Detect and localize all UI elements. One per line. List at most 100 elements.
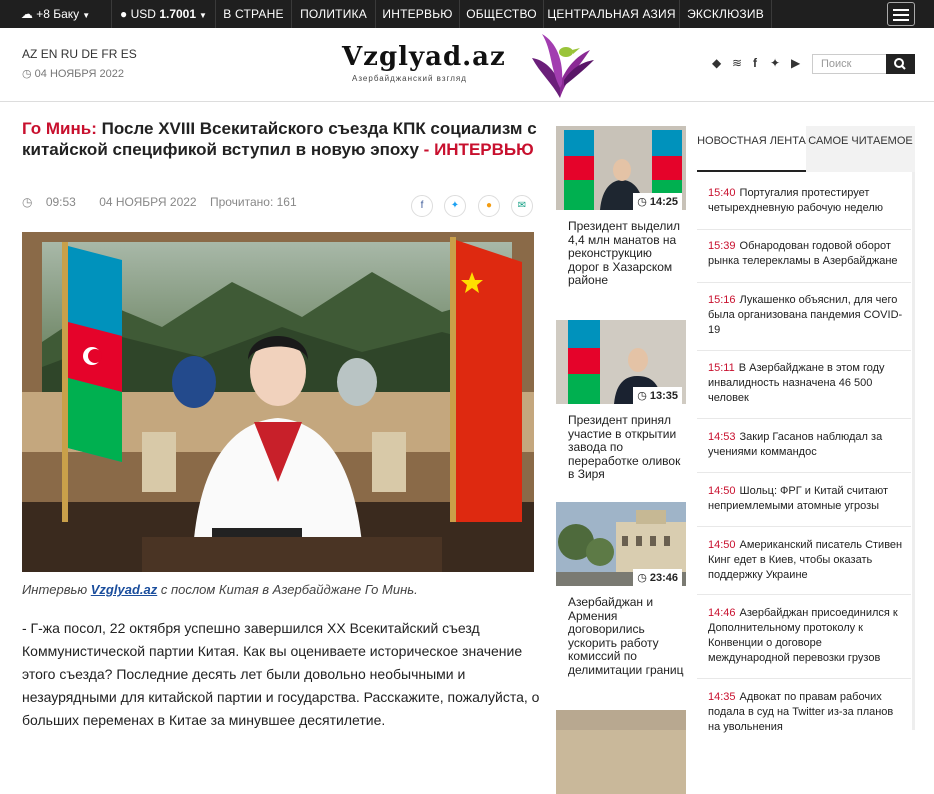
feed-time: 15:16 xyxy=(708,294,736,306)
mid-news-item[interactable]: ◷ 23:46 Азербайджан и Армения договорили… xyxy=(556,502,686,677)
feed-divider xyxy=(697,350,911,351)
tab-most-read[interactable]: САМОЕ ЧИТАЕМОЕ xyxy=(806,126,915,172)
nav-item-society[interactable]: ОБЩЕСТВО xyxy=(460,0,544,28)
nav-item-interview[interactable]: ИНТЕРВЬЮ xyxy=(376,0,460,28)
feed-time: 14:46 xyxy=(708,607,736,619)
feed-item[interactable]: 15:40 Португалия протестирует четырехднев… xyxy=(697,186,911,216)
news-thumbnail[interactable]: ◷ 14:25 xyxy=(556,126,686,210)
feed-text: Американский писатель Стивен Кинг едет в… xyxy=(708,539,903,581)
sidebar-tabs: НОВОСТНАЯ ЛЕНТА САМОЕ ЧИТАЕМОЕ xyxy=(697,126,915,172)
article-meta: ◷ 09:53 04 НОЯБРЯ 2022 Прочитано: 161 xyxy=(22,195,307,209)
logo-flower-icon xyxy=(532,34,594,98)
news-headline[interactable]: Азербайджан и Армения договорились ускор… xyxy=(556,586,686,677)
share-twitter-icon[interactable]: ✦ xyxy=(444,195,466,217)
feed-time: 15:11 xyxy=(708,362,735,374)
twitter-icon[interactable]: ✦ xyxy=(770,56,780,70)
search-button[interactable] xyxy=(886,54,915,74)
feed-item[interactable]: 15:39 Обнародован годовой оборот рынка те… xyxy=(697,239,911,269)
share-comment-icon[interactable]: ● xyxy=(478,195,500,217)
feed-time: 14:53 xyxy=(708,431,736,443)
rss-icon[interactable]: ≋ xyxy=(732,56,742,70)
weather-label: +8 Баку xyxy=(36,7,80,21)
feed-time: 14:50 xyxy=(708,485,736,497)
news-headline[interactable]: Президент выделил 4,4 млн манатов на рек… xyxy=(556,210,686,288)
mid-news-item[interactable]: ◷ 13:35 Президент принял участие в откры… xyxy=(556,320,686,482)
feed-divider xyxy=(697,282,911,283)
header-date: ◷ 04 НОЯБРЯ 2022 xyxy=(22,68,124,80)
share-email-icon[interactable]: ✉ xyxy=(511,195,533,217)
mid-news-item[interactable] xyxy=(556,710,686,794)
feed-divider xyxy=(697,594,911,595)
feed-item[interactable]: 14:50 Шольц: ФРГ и Китай считают неприемл… xyxy=(697,484,911,514)
lang-az[interactable]: AZ xyxy=(22,47,37,61)
news-headline[interactable]: Президент принял участие в открытии заво… xyxy=(556,404,686,482)
caption-link[interactable]: Vzglyad.az xyxy=(91,582,157,597)
article-body: - Г-жа посол, 22 октября успешно заверши… xyxy=(22,620,540,728)
language-switcher: AZ EN RU DE FR ES xyxy=(22,47,137,61)
feed-time: 15:40 xyxy=(708,187,736,199)
feed-text: Азербайджан присоединился к Дополнительн… xyxy=(708,607,898,664)
clock-icon: ◷ xyxy=(22,195,33,209)
currency-value: 1.7001 xyxy=(159,7,197,21)
feed-divider xyxy=(697,526,911,527)
feed-time: 14:35 xyxy=(708,691,736,703)
currency-label: USD xyxy=(130,7,156,21)
feed-item[interactable]: 14:50 Американский писатель Стивен Кинг е… xyxy=(697,538,911,583)
currency-widget[interactable]: ● USD 1.7001 ▼ xyxy=(112,0,216,28)
lang-es[interactable]: ES xyxy=(121,47,137,61)
logo-tagline: Азербайджанский взгляд xyxy=(352,74,467,83)
search-input[interactable]: Поиск xyxy=(812,54,888,74)
mid-news-item[interactable]: ◷ 14:25 Президент выделил 4,4 млн манато… xyxy=(556,126,686,288)
feed-time: 15:39 xyxy=(708,240,736,252)
feed-item[interactable]: 15:16 Лукашенко объяснил, для чего была о… xyxy=(697,293,911,338)
share-facebook-icon[interactable]: f xyxy=(411,195,433,217)
article-title: Го Минь: После XVIII Всекитайского съезд… xyxy=(22,119,537,159)
feed-divider xyxy=(697,678,911,679)
feed-text: Обнародован годовой оборот рынка телерек… xyxy=(708,240,898,267)
site-header: AZ EN RU DE FR ES ◷ 04 НОЯБРЯ 2022 Vzgly… xyxy=(0,28,934,102)
news-time: ◷ 14:25 xyxy=(633,193,682,210)
lang-ru[interactable]: RU xyxy=(61,47,78,61)
feed-time: 14:50 xyxy=(708,539,736,551)
news-time: ◷ 13:35 xyxy=(633,387,682,404)
article-date: 04 НОЯБРЯ 2022 xyxy=(99,195,197,209)
site-logo[interactable]: Vzglyad.az xyxy=(342,42,506,72)
lang-en[interactable]: EN xyxy=(41,47,58,61)
feed-item[interactable]: 14:53 Закир Гасанов наблюдал за учениями … xyxy=(697,430,911,460)
photo-caption: Интервью Vzglyad.az с послом Китая в Азе… xyxy=(22,582,418,597)
news-thumbnail[interactable]: ◷ 13:35 xyxy=(556,320,686,404)
youtube-icon[interactable]: ▶ xyxy=(791,56,800,70)
nav-item-country[interactable]: В СТРАНЕ xyxy=(216,0,292,28)
nav-item-exclusive[interactable]: ЭКСКЛЮЗИВ xyxy=(680,0,772,28)
lang-de[interactable]: DE xyxy=(81,47,98,61)
feed-item[interactable]: 14:46 Азербайджан присоединился к Дополни… xyxy=(697,606,911,666)
facebook-icon[interactable]: f xyxy=(753,56,757,70)
news-time: ◷ 23:46 xyxy=(633,569,682,586)
nav-item-politics[interactable]: ПОЛИТИКА xyxy=(292,0,376,28)
nav-item-central-asia[interactable]: ЦЕНТРАЛЬНАЯ АЗИЯ xyxy=(544,0,680,28)
feed-divider xyxy=(697,229,911,230)
feed-divider xyxy=(697,472,911,473)
android-icon[interactable]: ◆ xyxy=(712,56,721,70)
tab-news-feed[interactable]: НОВОСТНАЯ ЛЕНТА xyxy=(697,126,806,172)
coin-icon: ● xyxy=(120,7,128,21)
hamburger-menu-button[interactable] xyxy=(887,2,915,26)
article-photo xyxy=(22,232,534,572)
feed-divider xyxy=(697,418,911,419)
top-bar: ☁ +8 Баку ▼ ● USD 1.7001 ▼ В СТРАНЕ ПОЛИТИ… xyxy=(0,0,934,28)
feed-scrollbar[interactable] xyxy=(912,172,915,730)
feed-item[interactable]: 15:11 В Азербайджане в этом году инвалидн… xyxy=(697,361,911,406)
chevron-down-icon: ▼ xyxy=(199,11,207,20)
news-thumbnail[interactable]: ◷ 23:46 xyxy=(556,502,686,586)
feed-text: Лукашенко объяснил, для чего была органи… xyxy=(708,294,903,336)
article-time: 09:53 xyxy=(45,195,76,209)
article-reads: Прочитано: 161 xyxy=(209,195,297,209)
feed-item[interactable]: 14:35 Адвокат по правам рабочих подала в … xyxy=(697,690,911,735)
cloud-icon: ☁ xyxy=(20,7,33,21)
clock-icon: ◷ xyxy=(22,68,32,80)
article-rubric[interactable]: ИНТЕРВЬЮ xyxy=(434,140,534,159)
weather-widget[interactable]: ☁ +8 Баку ▼ xyxy=(0,0,112,28)
search-icon xyxy=(894,58,906,70)
lang-fr[interactable]: FR xyxy=(101,47,117,61)
news-thumbnail[interactable] xyxy=(556,710,686,794)
